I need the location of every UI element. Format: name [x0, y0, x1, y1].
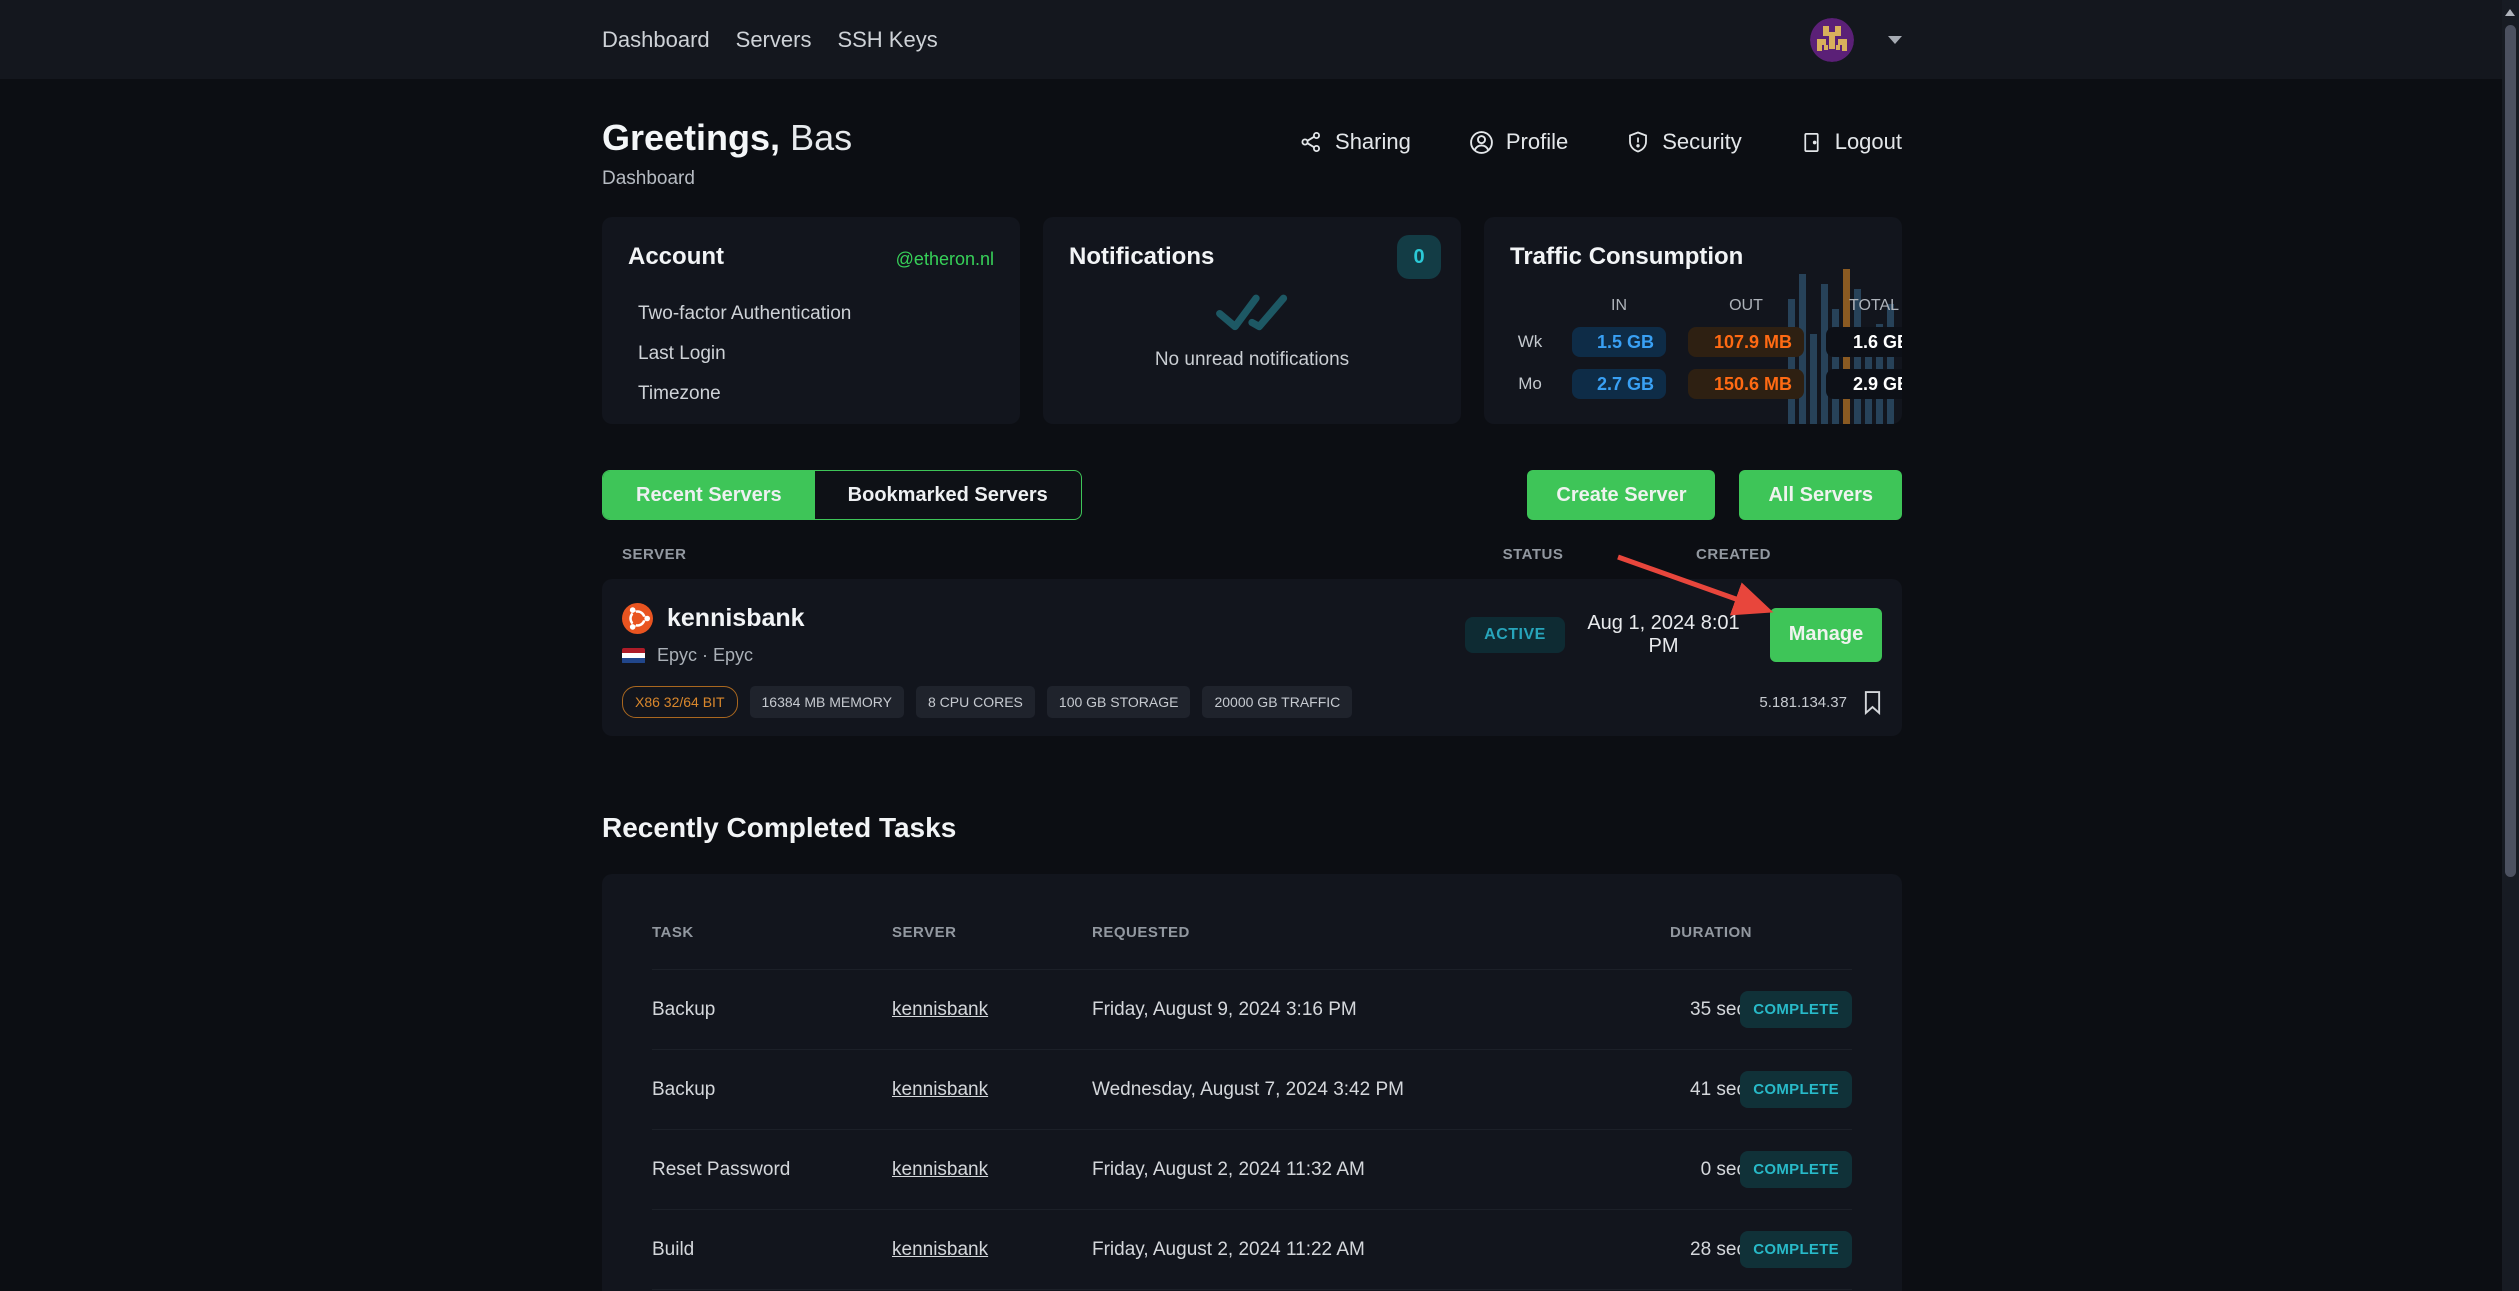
tasks-section-title: Recently Completed Tasks	[602, 812, 1902, 844]
traffic-card-title: Traffic Consumption	[1510, 243, 1876, 271]
task-type: Backup	[652, 999, 892, 1021]
task-type: Backup	[652, 1079, 892, 1101]
task-type: Build	[652, 1239, 892, 1261]
task-duration: 41 sec	[1632, 1079, 1752, 1101]
traffic-row-label: Wk	[1510, 332, 1550, 352]
user-name: Bas	[790, 117, 852, 158]
account-setting-label: Timezone	[638, 383, 994, 405]
task-requested: Friday, August 2, 2024 11:22 AM	[1092, 1239, 1632, 1261]
server-ip: 5.181.134.37	[1759, 694, 1847, 711]
page-title: Greetings, Bas	[602, 117, 852, 159]
netherlands-flag-icon	[622, 648, 645, 664]
account-setting-label: Last Login	[638, 343, 994, 365]
server-tabs: Recent Servers Bookmarked Servers	[602, 470, 1082, 520]
traffic-out-value: 150.6 MB	[1688, 369, 1804, 399]
traffic-out-value: 107.9 MB	[1688, 327, 1804, 357]
task-duration: 0 sec	[1632, 1159, 1752, 1181]
task-status-badge: COMPLETE	[1740, 1231, 1852, 1268]
server-created-date: Aug 1, 2024 8:01 PM	[1580, 612, 1747, 658]
traffic-total-value: 1.6 GB	[1826, 327, 1902, 357]
task-status-badge: COMPLETE	[1740, 1071, 1852, 1108]
notification-count-badge[interactable]: 0	[1397, 235, 1441, 279]
traffic-col-out: OUT	[1688, 297, 1804, 315]
task-server-link[interactable]: kennisbank	[892, 1159, 988, 1180]
account-email-link[interactable]: @etheron.nl	[896, 249, 994, 270]
traffic-card: Traffic Consumption IN OUT TOTAL Wk 1.5 …	[1484, 217, 1902, 424]
task-server-link[interactable]: kennisbank	[892, 1239, 988, 1260]
breadcrumb: Dashboard	[602, 168, 852, 190]
nav-link[interactable]: Servers	[736, 27, 812, 53]
server-plan: Epyc · Epyc	[657, 645, 753, 666]
vertical-scrollbar[interactable]	[2502, 0, 2519, 1291]
notifications-card-title: Notifications	[1069, 243, 1435, 271]
tab-bookmarked-servers[interactable]: Bookmarked Servers	[815, 471, 1081, 519]
identicon-avatar-icon	[1810, 18, 1854, 62]
account-setting-label: Two-factor Authentication	[638, 303, 994, 325]
tasks-table-header: TASK SERVER REQUESTED DURATION	[652, 924, 1852, 969]
spec-badge: 8 CPU CORES	[916, 686, 1035, 718]
spec-badge: 100 GB STORAGE	[1047, 686, 1191, 718]
profile-button[interactable]: Profile	[1469, 129, 1568, 155]
task-requested: Friday, August 2, 2024 11:32 AM	[1092, 1159, 1632, 1181]
nav-link[interactable]: SSH Keys	[837, 27, 937, 53]
task-row: Build kennisbank Friday, August 2, 2024 …	[652, 1209, 1852, 1289]
server-table-header: SERVER STATUS CREATED	[602, 546, 1902, 563]
user-avatar[interactable]	[1810, 18, 1854, 62]
notifications-card: Notifications 0 No unread notifications	[1043, 217, 1461, 424]
traffic-col-total: TOTAL	[1826, 297, 1902, 315]
architecture-badge: X86 32/64 BIT	[622, 686, 738, 718]
create-server-button[interactable]: Create Server	[1527, 470, 1715, 520]
task-row: Backup kennisbank Wednesday, August 7, 2…	[652, 1049, 1852, 1129]
bookmark-icon[interactable]	[1863, 690, 1882, 715]
task-duration: 28 sec	[1632, 1239, 1752, 1261]
task-server-link[interactable]: kennisbank	[892, 1079, 988, 1100]
traffic-in-value: 1.5 GB	[1572, 327, 1666, 357]
logout-button[interactable]: Logout	[1800, 129, 1902, 155]
task-status-badge: COMPLETE	[1740, 991, 1852, 1028]
scrollbar-up-arrow[interactable]	[2505, 9, 2515, 16]
spec-badge: 20000 GB TRAFFIC	[1202, 686, 1352, 718]
tab-recent-servers[interactable]: Recent Servers	[603, 471, 815, 519]
double-check-icon	[1213, 291, 1291, 333]
profile-icon	[1469, 130, 1494, 155]
ubuntu-logo-icon	[622, 603, 653, 634]
task-status-badge: COMPLETE	[1740, 1151, 1852, 1188]
share-icon	[1299, 130, 1323, 154]
status-badge: ACTIVE	[1465, 617, 1565, 653]
spec-badge: 16384 MB MEMORY	[750, 686, 904, 718]
server-row: kennisbank Epyc · Epyc ACTIVE Aug 1, 202…	[602, 579, 1902, 736]
task-row: Backup kennisbank Friday, August 9, 2024…	[652, 969, 1852, 1049]
security-button[interactable]: Security	[1626, 129, 1741, 155]
server-name[interactable]: kennisbank	[667, 604, 805, 633]
sharing-button[interactable]: Sharing	[1299, 129, 1411, 155]
manage-button[interactable]: Manage	[1770, 608, 1882, 662]
door-icon	[1800, 131, 1823, 154]
task-server-link[interactable]: kennisbank	[892, 999, 988, 1020]
shield-icon	[1626, 130, 1650, 154]
account-card: Account @etheron.nl Two-factor Authentic…	[602, 217, 1020, 424]
task-requested: Friday, August 9, 2024 3:16 PM	[1092, 999, 1632, 1021]
scrollbar-thumb[interactable]	[2505, 25, 2516, 877]
traffic-total-value: 2.9 GB	[1826, 369, 1902, 399]
all-servers-button[interactable]: All Servers	[1739, 470, 1902, 520]
traffic-col-in: IN	[1572, 297, 1666, 315]
traffic-row-label: Mo	[1510, 374, 1550, 394]
task-type: Reset Password	[652, 1159, 892, 1181]
chevron-down-icon[interactable]	[1888, 36, 1902, 44]
tasks-table: TASK SERVER REQUESTED DURATION Backup ke…	[602, 874, 1902, 1291]
nav-link[interactable]: Dashboard	[602, 27, 710, 53]
task-duration: 35 sec	[1632, 999, 1752, 1021]
task-row: Reset Password kennisbank Friday, August…	[652, 1129, 1852, 1209]
no-notifications-text: No unread notifications	[1155, 349, 1349, 371]
traffic-in-value: 2.7 GB	[1572, 369, 1666, 399]
task-requested: Wednesday, August 7, 2024 3:42 PM	[1092, 1079, 1632, 1101]
top-navbar: Dashboard Servers SSH Keys	[0, 0, 2519, 79]
